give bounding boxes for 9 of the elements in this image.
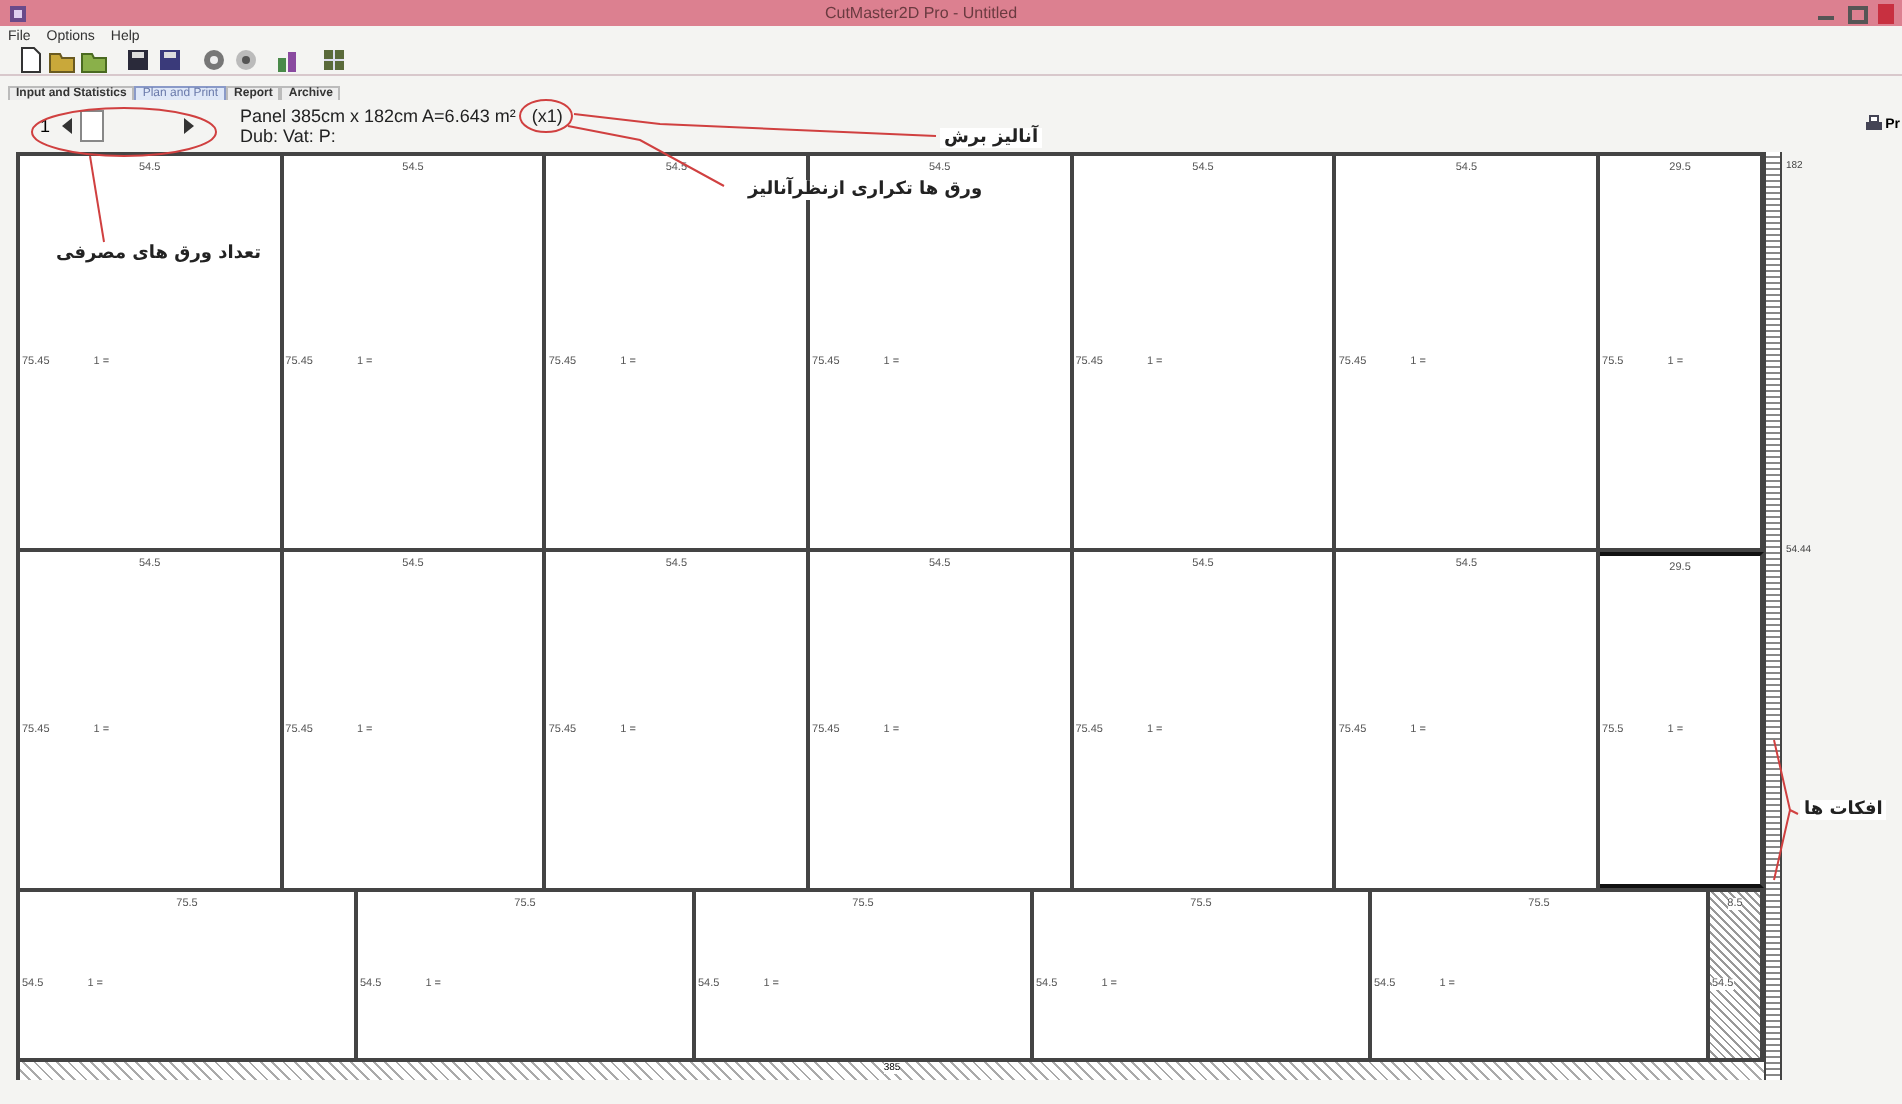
- window-title: CutMaster2D Pro - Untitled: [822, 4, 1020, 22]
- callout-label: ورق ها تکراری ازنظرآنالیز: [744, 180, 987, 200]
- panel-details: Dub: Vat: P:: [240, 126, 338, 146]
- panel-summary: Panel 385cm x 182cm A=6.643 m²: [240, 106, 516, 126]
- callout-label: آنالیز برش: [940, 128, 1043, 148]
- sheet-spinner[interactable]: 1: [40, 110, 196, 142]
- callout-label: افکات ها: [1800, 800, 1887, 820]
- callout-label: تعداد ورق های مصرفی: [52, 244, 265, 264]
- repeat-count: (x1): [531, 106, 563, 126]
